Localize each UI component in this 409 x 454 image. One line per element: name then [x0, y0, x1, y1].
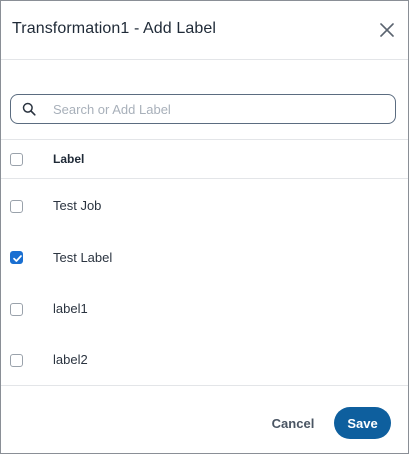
row-checkbox[interactable]	[10, 251, 23, 264]
dialog-title: Transformation1 - Add Label	[12, 20, 216, 37]
close-icon	[380, 23, 394, 37]
search-input[interactable]	[53, 96, 383, 122]
select-all-checkbox[interactable]	[10, 153, 23, 166]
table-row[interactable]: Test Job	[1, 185, 408, 225]
row-label: label1	[53, 301, 88, 316]
search-icon	[22, 102, 36, 116]
row-label: Test Label	[53, 250, 113, 265]
save-button[interactable]: Save	[334, 407, 391, 439]
table-row[interactable]: label2	[1, 340, 408, 380]
row-checkbox[interactable]	[10, 303, 23, 316]
row-checkbox[interactable]	[10, 354, 23, 367]
add-label-dialog: Transformation1 - Add Label Label Test J…	[0, 0, 409, 454]
table-row[interactable]: Test Label	[1, 237, 408, 277]
dialog-header: Transformation1 - Add Label	[1, 1, 408, 60]
row-label: Test Job	[53, 198, 102, 213]
table-row[interactable]: label1	[1, 288, 408, 328]
check-icon	[13, 255, 22, 262]
table-header-row: Label	[1, 140, 408, 179]
row-checkbox[interactable]	[10, 200, 23, 213]
close-button[interactable]	[378, 21, 396, 39]
search-box[interactable]	[10, 94, 396, 124]
footer-divider	[1, 385, 408, 386]
row-label: label2	[53, 352, 88, 367]
cancel-button[interactable]: Cancel	[263, 408, 323, 438]
column-header-label: Label	[53, 152, 85, 166]
